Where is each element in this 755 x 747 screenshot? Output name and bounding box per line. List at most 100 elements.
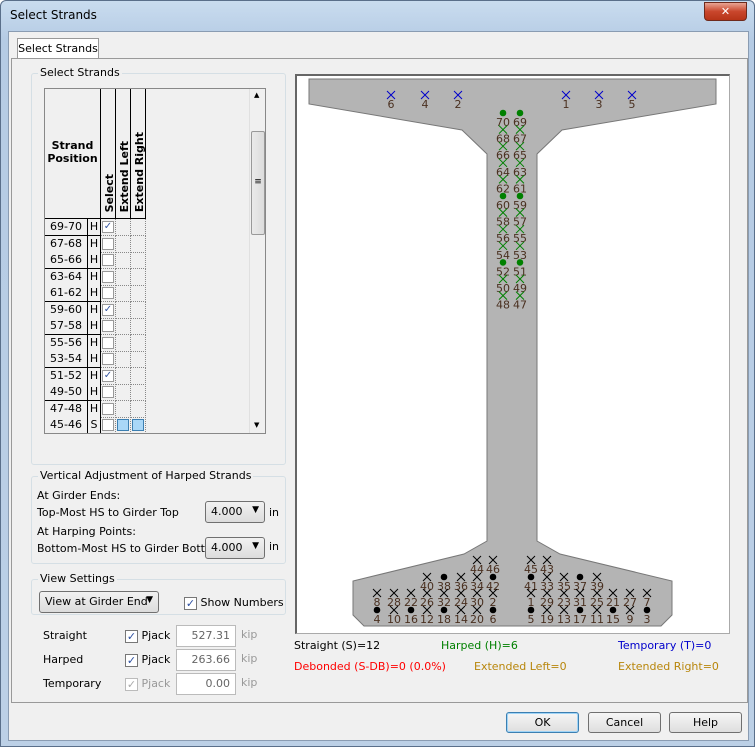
select-checkbox[interactable] [102, 386, 114, 398]
strand-type-cell: S [88, 417, 101, 433]
strand-position-cell: 63-64 [45, 268, 88, 286]
hp-label: Bottom-Most HS to Girder Bottom [37, 542, 223, 555]
tab-select-strands[interactable]: Select Strands [17, 38, 99, 59]
select-checkbox[interactable]: ✓ [102, 303, 114, 316]
dropdown-arrow-icon: ▼ [252, 541, 259, 551]
strand-label: 68 [496, 133, 510, 146]
strand-label: 46 [486, 563, 500, 576]
extend-left-cell [116, 384, 131, 401]
hp-offset-combo[interactable]: 4.000 ▼ [205, 537, 265, 559]
pjack-checkbox[interactable]: ✓ Pjack [125, 629, 170, 643]
scroll-up-icon[interactable]: ▲ [254, 91, 259, 99]
extend-right-cell [131, 235, 146, 253]
pjack-checkbox[interactable]: ✓ Pjack [125, 653, 170, 667]
dialog-client: Select Strands Select Strands Strand Pos… [8, 31, 749, 741]
strand-label: 4 [374, 613, 381, 626]
checkbox-label: Pjack [141, 653, 171, 666]
strand-label: 18 [437, 613, 451, 626]
select-cell [101, 268, 116, 286]
legend-temporary: Temporary (T)=0 [618, 639, 712, 652]
table-row: 55-56 H [45, 334, 146, 352]
extend-left-cell [116, 219, 131, 236]
ends-offset-combo[interactable]: 4.000 ▼ [205, 501, 265, 523]
pjack-unit: kip [241, 628, 258, 641]
strand-label: 45 [524, 563, 538, 576]
scroll-down-icon[interactable]: ▼ [254, 421, 259, 429]
header-text: Extend Right [133, 131, 146, 212]
vertical-adjustment-group: Vertical Adjustment of Harped Strands At… [31, 469, 286, 564]
strand-label: 52 [496, 265, 510, 278]
strand-label: 21 [606, 596, 620, 609]
extend-left-checkbox[interactable] [117, 419, 129, 431]
extend-left-cell [116, 400, 131, 418]
extend-left-cell [116, 235, 131, 253]
extend-left-cell [116, 268, 131, 286]
table-row: 53-54 H [45, 351, 146, 368]
hp-heading: At Harping Points: [37, 525, 136, 538]
table-row: 43-44 S [45, 434, 146, 435]
strand-label: 63 [513, 166, 527, 179]
ok-button[interactable]: OK [506, 712, 579, 733]
combo-value: View at Girder End [45, 595, 148, 608]
select-checkbox[interactable] [102, 270, 114, 283]
checkbox-label: Pjack [141, 629, 171, 642]
cancel-button[interactable]: Cancel [588, 712, 661, 733]
select-cell [101, 351, 116, 368]
select-checkbox[interactable] [102, 237, 114, 250]
help-button[interactable]: Help [669, 712, 742, 733]
strand-type-cell: H [88, 219, 101, 236]
select-cell [101, 434, 116, 435]
view-select[interactable]: View at Girder End ▼ [39, 591, 159, 613]
strand-label: 55 [513, 232, 527, 245]
pjack-value-field[interactable]: 527.31 [176, 625, 236, 647]
strand-label: 64 [496, 166, 510, 179]
select-checkbox[interactable] [102, 320, 114, 332]
select-cell [101, 235, 116, 253]
hp-unit: in [269, 540, 280, 553]
select-checkbox[interactable] [102, 287, 114, 299]
header-select: Select [101, 89, 116, 219]
select-checkbox[interactable] [102, 254, 114, 266]
strand-label: 47 [513, 299, 527, 312]
strand-label: 13 [557, 613, 571, 626]
extend-left-cell [116, 318, 131, 335]
strand-label: 30 [470, 596, 484, 609]
strand-type-cell: H [88, 285, 101, 302]
pjack-value-field[interactable]: 263.66 [176, 649, 236, 671]
checkbox-icon: ✓ [125, 653, 138, 667]
strand-type-cell: H [88, 301, 101, 319]
checkbox-icon: ✓ [125, 629, 138, 643]
extend-right-cell [131, 268, 146, 286]
strand-label: 5 [528, 613, 535, 626]
close-button[interactable]: ✕ [704, 2, 747, 21]
strand-label: 12 [420, 613, 434, 626]
select-checkbox[interactable]: ✓ [102, 221, 114, 233]
strand-label: 60 [496, 199, 510, 212]
strand-position-cell: 61-62 [45, 285, 88, 302]
table-row: 67-68 H [45, 235, 146, 253]
strand-label: 6 [388, 98, 395, 111]
group-label: Vertical Adjustment of Harped Strands [38, 469, 254, 482]
strand-label: 34 [470, 580, 484, 593]
show-numbers-checkbox[interactable]: ✓ Show Numbers [184, 596, 284, 610]
select-checkbox[interactable] [102, 419, 114, 431]
scroll-thumb[interactable]: ≡ [251, 131, 265, 235]
grid-scrollbar[interactable]: ▲ ≡ ▼ [249, 89, 265, 433]
table-row: 45-46 S [45, 417, 146, 433]
strand-label: 26 [420, 596, 434, 609]
strand-label: 25 [590, 596, 604, 609]
extend-right-checkbox[interactable] [132, 419, 144, 431]
strand-type-cell: H [88, 351, 101, 368]
select-checkbox[interactable]: ✓ [102, 369, 114, 382]
header-strand-position: Strand Position [45, 89, 101, 219]
strand-position-cell: 47-48 [45, 400, 88, 418]
select-checkbox[interactable] [102, 353, 114, 365]
ends-unit: in [269, 506, 280, 519]
strand-label: 59 [513, 199, 527, 212]
select-checkbox[interactable] [102, 402, 114, 415]
strand-label: 8 [374, 596, 381, 609]
select-checkbox[interactable] [102, 336, 114, 349]
strand-label: 35 [557, 580, 571, 593]
strand-label: 9 [627, 613, 634, 626]
select-cell [101, 252, 116, 269]
